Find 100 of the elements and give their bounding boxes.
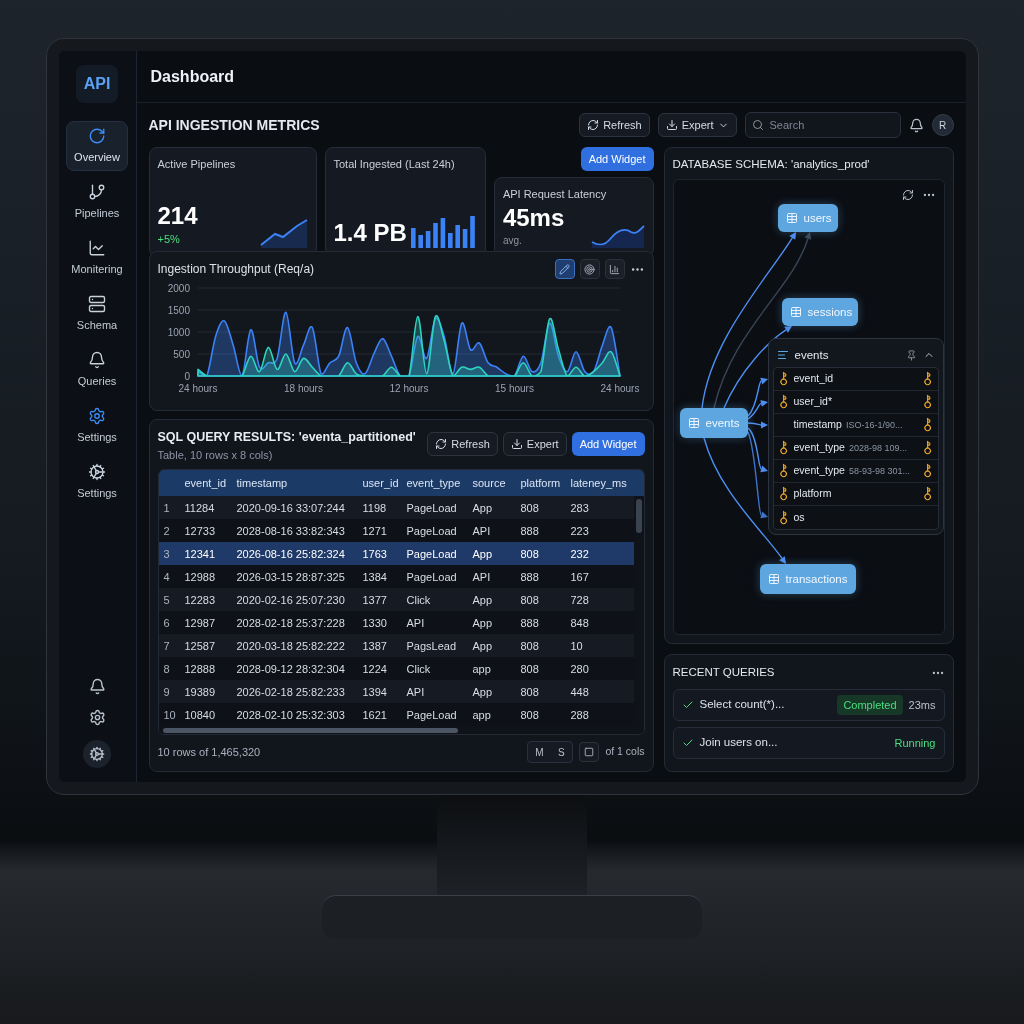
table-cell-text: PageLoad bbox=[405, 707, 458, 723]
table-cell-text: 12587 bbox=[183, 638, 217, 654]
square-icon[interactable] bbox=[579, 742, 600, 762]
check-icon bbox=[681, 737, 694, 749]
page-button[interactable]: M bbox=[528, 742, 551, 762]
table-row[interactable]: 9 19389 2026-02-18 25:82:233 1394 API App 808 448 bbox=[158, 680, 634, 704]
refresh-button[interactable]: Refresh bbox=[579, 113, 650, 137]
table-cell-text: App bbox=[471, 684, 494, 700]
export-button[interactable]: Expert bbox=[502, 432, 567, 456]
column-header[interactable]: event_id bbox=[180, 475, 233, 492]
app-logo[interactable]: API bbox=[76, 65, 118, 103]
axis-label: 0 bbox=[183, 370, 190, 382]
row-number: 6 bbox=[162, 615, 171, 631]
table-cell-text: 1224 bbox=[361, 661, 388, 677]
table-cell-text: PagsLead bbox=[405, 638, 458, 654]
table-cell-text: API bbox=[405, 615, 426, 631]
row-number: 8 bbox=[162, 661, 171, 677]
column-header[interactable]: lateney_ms bbox=[566, 475, 634, 492]
bar-chart-icon[interactable] bbox=[604, 259, 625, 279]
row-number: 4 bbox=[162, 569, 171, 585]
refresh-icon[interactable] bbox=[901, 189, 914, 202]
pencil-icon[interactable] bbox=[554, 259, 575, 279]
field-value: 2028-98 109... bbox=[848, 441, 907, 455]
sparkline-bar bbox=[425, 230, 431, 248]
status-badge: Completed bbox=[837, 695, 903, 715]
query-duration: 23ms bbox=[908, 697, 936, 713]
nav-item[interactable]: Schema bbox=[66, 289, 128, 339]
export-menu-button[interactable]: Expert bbox=[657, 113, 737, 137]
table-cell-text: app bbox=[471, 707, 492, 723]
axis-label: 500 bbox=[172, 348, 190, 360]
column-header[interactable]: platform bbox=[516, 475, 567, 492]
nav-item[interactable]: Monitering bbox=[66, 233, 128, 283]
table-row[interactable]: 3 12341 2026-08-16 25:82:324 1763 PageLoad App 808 232 bbox=[158, 542, 634, 566]
avatar[interactable]: R bbox=[931, 114, 954, 136]
query-text: Select count(*)... bbox=[699, 697, 785, 713]
search-icon bbox=[751, 119, 764, 131]
field-name: event_id bbox=[793, 371, 834, 387]
target-icon[interactable] bbox=[579, 259, 600, 279]
sparkline-bar bbox=[470, 215, 475, 248]
axis-label: 24 hours bbox=[178, 383, 217, 394]
horizontal-scrollbar[interactable] bbox=[158, 726, 644, 734]
table-cell-text: PageLoad bbox=[405, 523, 458, 539]
table-row[interactable]: 7 12587 2020-03-18 25:82:222 1387 PagsLead App 808 10 bbox=[158, 634, 634, 658]
table-cell-text: 808 bbox=[519, 707, 540, 723]
table-row[interactable]: 1 11284 2020-09-16 33:07:244 1198 PageLoad App 808 283 bbox=[158, 496, 634, 520]
table-cell-text: 280 bbox=[569, 661, 590, 677]
sparkline-bar bbox=[455, 224, 460, 248]
query-item[interactable]: Join users on... Running bbox=[672, 727, 945, 759]
nav-item[interactable]: Queries bbox=[66, 345, 128, 395]
node-label: users bbox=[803, 210, 832, 226]
bell-icon[interactable] bbox=[908, 117, 924, 133]
nav-item[interactable]: Overview bbox=[66, 121, 128, 171]
table-cell-text: 1271 bbox=[361, 523, 388, 539]
table-icon bbox=[789, 306, 802, 319]
query-item[interactable]: Select count(*)... Completed 23ms bbox=[672, 689, 945, 721]
page-button[interactable]: S bbox=[550, 742, 573, 762]
search-field[interactable]: Search bbox=[744, 112, 901, 138]
nav-item[interactable]: Settings bbox=[66, 457, 128, 507]
table-cell-text: PageLoad bbox=[405, 569, 458, 585]
table-cell-text: 2026-08-16 25:82:324 bbox=[235, 546, 346, 562]
sparkline-bar bbox=[418, 234, 423, 248]
add-widget-button[interactable]: Add Widget bbox=[580, 147, 654, 171]
rising-line-sparkline bbox=[259, 217, 308, 248]
axis-label: 1500 bbox=[167, 304, 190, 316]
column-header[interactable]: event_type bbox=[402, 475, 469, 492]
cog-icon[interactable] bbox=[83, 740, 111, 768]
table-cell-text: 223 bbox=[569, 523, 590, 539]
field-name: timestamp bbox=[793, 417, 842, 433]
table-cell-text: App bbox=[471, 638, 494, 654]
node-label: events bbox=[794, 347, 829, 363]
axis-label: 24 hours bbox=[600, 383, 639, 394]
pin-icon[interactable] bbox=[905, 349, 917, 361]
table-cell-text: 12888 bbox=[183, 661, 217, 677]
row-number: 7 bbox=[162, 638, 171, 654]
table-cell-text: 288 bbox=[569, 707, 590, 723]
row-number: 5 bbox=[162, 592, 171, 608]
axis-label: 1000 bbox=[167, 326, 190, 338]
column-header[interactable]: user_id bbox=[358, 475, 403, 492]
bell-icon[interactable] bbox=[88, 678, 106, 695]
column-header[interactable]: timestamp bbox=[232, 475, 359, 492]
metric-note: avg. bbox=[502, 233, 523, 248]
nav-item[interactable]: Settings bbox=[66, 401, 128, 451]
field-name: os bbox=[793, 509, 805, 525]
refresh-button[interactable]: Refresh bbox=[427, 432, 498, 456]
add-widget-button[interactable]: Add Widget bbox=[571, 432, 645, 456]
table-cell-text: 283 bbox=[569, 500, 590, 516]
row-number: 1 bbox=[162, 500, 171, 516]
node-label: events bbox=[705, 415, 740, 431]
table-row[interactable]: 5 12283 2020-02-16 25:07:230 1377 Click App 808 728 bbox=[158, 588, 634, 612]
table-cell-text: 808 bbox=[519, 638, 540, 654]
table-cell-text: PageLoad bbox=[405, 500, 458, 516]
table-cell-text: 1621 bbox=[361, 707, 388, 723]
table-cell-text: 12733 bbox=[183, 523, 217, 539]
row-number: 10 bbox=[162, 707, 177, 723]
table-cell-text: 11284 bbox=[183, 500, 216, 516]
table-cell-text: 448 bbox=[569, 684, 590, 700]
nav-item[interactable]: Pipelines bbox=[66, 177, 128, 227]
column-header[interactable]: source bbox=[468, 475, 517, 492]
table-cell-text: 2020-02-16 25:07:230 bbox=[235, 592, 346, 608]
settings-icon[interactable] bbox=[88, 709, 106, 726]
